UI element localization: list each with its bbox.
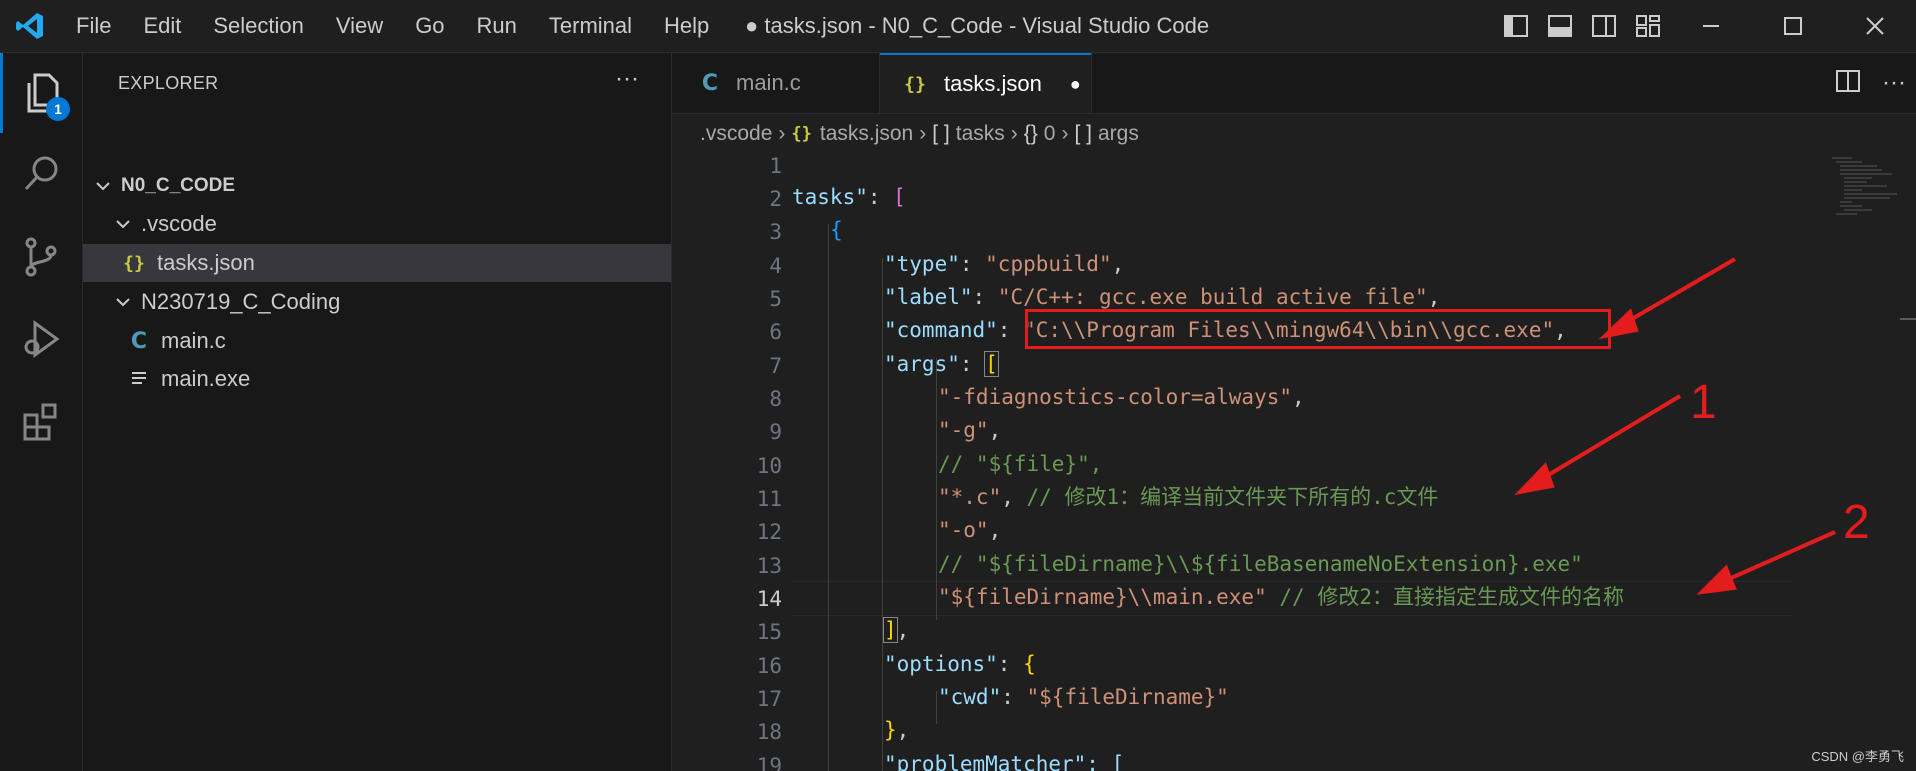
- arrow-head-icon: [1514, 462, 1555, 496]
- minimap[interactable]: [1822, 154, 1902, 254]
- arrow-head-icon: [1598, 308, 1639, 340]
- annotation-arrows: [1514, 257, 1836, 595]
- watermark: CSDN @李勇飞: [1811, 749, 1904, 764]
- arrow-head-icon: [1696, 564, 1737, 595]
- annotation-number-1: 1: [1690, 376, 1717, 429]
- scrollbar-marker[interactable]: [1900, 318, 1916, 320]
- annotation-number-2: 2: [1843, 496, 1870, 549]
